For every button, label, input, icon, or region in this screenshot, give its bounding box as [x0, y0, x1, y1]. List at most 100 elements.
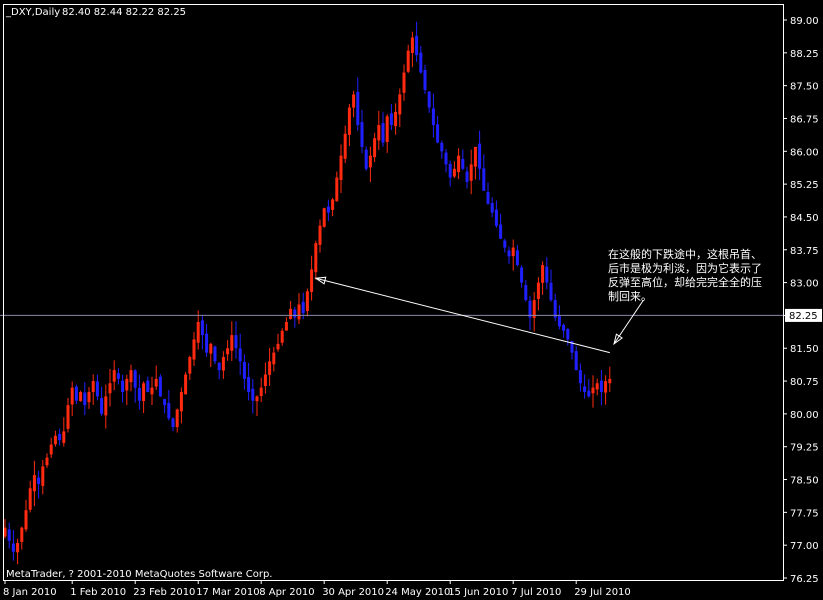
candle-body — [486, 191, 490, 204]
candle-body — [478, 143, 482, 169]
candle-body — [116, 373, 120, 379]
candle-body — [179, 392, 183, 412]
candle-body — [541, 265, 545, 283]
candle-body — [79, 392, 83, 402]
candle-body — [440, 142, 444, 152]
y-tick-label: 83.75 — [790, 246, 819, 257]
candle-body — [11, 543, 15, 552]
arrow-shaft — [613, 299, 644, 345]
x-tick-label: 8 Apr 2010 — [259, 587, 314, 598]
candle-body — [457, 155, 461, 173]
candle-body — [32, 475, 36, 492]
candle-body — [49, 444, 53, 455]
candle-body — [175, 409, 179, 428]
y-tick-label: 84.50 — [790, 213, 819, 224]
candle-body — [167, 402, 171, 419]
candle-body — [423, 69, 427, 91]
candle-body — [58, 433, 62, 441]
candle-body — [587, 390, 591, 397]
candles-layer — [3, 21, 612, 565]
candle-body — [158, 376, 162, 397]
candle-body — [217, 362, 221, 371]
candle-body — [347, 107, 351, 135]
candle-body — [557, 315, 561, 327]
candle-body — [524, 285, 528, 301]
candle-body — [305, 291, 309, 312]
candle-body — [335, 177, 339, 202]
plot-frame — [3, 4, 784, 581]
candle-body — [490, 202, 494, 213]
candle-body — [154, 378, 158, 387]
candle-body — [473, 146, 477, 167]
candle-body — [574, 351, 578, 371]
candle-body — [431, 108, 435, 126]
x-tick-label: 24 May 2010 — [385, 587, 450, 598]
candle-body — [608, 378, 612, 384]
candle-body — [293, 309, 297, 318]
annotation-arrows — [314, 276, 644, 354]
candle-body — [364, 149, 368, 169]
candle-body — [591, 387, 595, 394]
y-tick-label: 80.00 — [790, 410, 819, 421]
y-axis: 89.00 88.25 87.50 86.75 86.00 85.25 84.50 83.75… — [783, 16, 819, 585]
x-axis: 8 Jan 2010 1 Feb 2010 23 Feb 2010 17 Mar 20… — [3, 580, 631, 598]
candle-body — [482, 168, 486, 191]
candle-body — [511, 247, 515, 257]
y-tick-label: 86.75 — [790, 114, 819, 125]
y-tick-label: 78.50 — [790, 476, 819, 487]
candle-body — [461, 158, 465, 169]
y-tick-label: 80.75 — [790, 377, 819, 388]
candle-body — [20, 527, 24, 542]
candle-body — [503, 240, 507, 248]
candle-body — [436, 124, 440, 143]
candle-body — [280, 330, 284, 343]
candle-body — [444, 152, 448, 165]
candle-body — [45, 457, 49, 466]
candle-body — [545, 266, 549, 283]
candle-body — [499, 224, 503, 239]
candle-body — [196, 321, 200, 343]
candle-body — [419, 52, 423, 73]
y-tick-label: 83.00 — [790, 279, 819, 290]
candle-body — [121, 380, 125, 392]
candle-body — [599, 380, 603, 392]
candle-body — [566, 329, 570, 340]
candle-body — [402, 72, 406, 93]
candle-body — [41, 466, 45, 486]
candle-body — [507, 250, 511, 257]
candle-body — [394, 111, 398, 127]
candle-body — [7, 529, 11, 541]
copyright-label: MetaTrader, ? 2001-2010 MetaQuotes Softw… — [6, 569, 272, 580]
x-tick-label: 7 Jul 2010 — [511, 587, 561, 598]
candle-body — [373, 138, 377, 158]
ohlc-label: 82.40 82.44 82.22 82.25 — [62, 7, 186, 18]
candle-body — [310, 269, 314, 292]
candle-body — [427, 91, 431, 108]
candle-body — [100, 398, 104, 414]
candle-body — [272, 352, 276, 365]
candle-body — [381, 123, 385, 143]
candle-body — [406, 50, 410, 72]
candle-body — [595, 383, 599, 390]
y-tick-label: 77.75 — [790, 508, 819, 519]
note-line-4: 制回来。 — [608, 290, 652, 303]
candle-body — [95, 381, 99, 397]
candle-body — [536, 282, 540, 299]
candle-body — [578, 370, 582, 384]
candle-body — [297, 304, 301, 320]
candle-body — [352, 94, 356, 108]
candle-body — [356, 91, 360, 126]
price-chart[interactable]: 89.00 88.25 87.50 86.75 86.00 85.25 84.50 83.75… — [0, 0, 823, 600]
candle-body — [209, 343, 213, 354]
candle-body — [469, 164, 473, 181]
candle-body — [276, 343, 280, 350]
candle-body — [326, 206, 330, 213]
candle-body — [389, 113, 393, 126]
candle-body — [318, 225, 322, 245]
candle-body — [74, 386, 78, 401]
x-tick-label: 1 Feb 2010 — [70, 587, 126, 598]
candle-body — [226, 348, 230, 355]
candle-body — [284, 321, 288, 331]
candle-body — [410, 37, 414, 53]
candle-body — [452, 168, 456, 177]
